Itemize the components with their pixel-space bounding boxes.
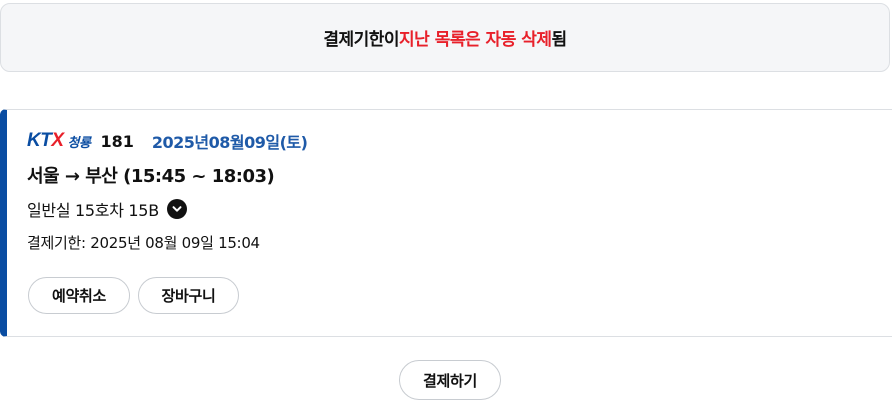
notice-suffix: 됨 [551, 30, 568, 50]
payment-deadline: 결제기한: 2025년 08월 09일 15:04 [27, 234, 260, 252]
ktx-brand-x: X [51, 130, 64, 151]
seat-info: 일반실 15호차 15B [27, 197, 187, 221]
ktx-line-name: 청룡 [67, 135, 91, 151]
payment-deadline-notice: 결제기한이 지난 목록은 자동 삭제 됨 [0, 3, 890, 72]
ktx-brand: KTX [27, 130, 64, 152]
cancel-reservation-button[interactable]: 예약취소 [28, 277, 130, 314]
route-and-time: 서울 → 부산 (15:45 ~ 18:03) [27, 166, 275, 187]
ktx-brand-k: KT [27, 130, 52, 151]
pay-button[interactable]: 결제하기 [399, 360, 501, 400]
train-info-line: KTX 청룡 181 2025년08월09일(토) [27, 130, 308, 152]
notice-prefix: 결제기한이 [323, 30, 400, 50]
train-date: 2025년08월09일(토) [151, 133, 308, 152]
ktx-logo: KTX 청룡 [27, 130, 91, 152]
cart-button[interactable]: 장바구니 [138, 277, 239, 314]
seat-label: 일반실 15호차 15B [27, 201, 159, 220]
chevron-down-icon[interactable] [166, 199, 187, 219]
reservation-card: KTX 청룡 181 2025년08월09일(토) 서울 → 부산 (15:45… [0, 109, 892, 337]
train-number: 181 [100, 131, 134, 151]
notice-highlight: 지난 목록은 자동 삭제 [399, 30, 552, 50]
